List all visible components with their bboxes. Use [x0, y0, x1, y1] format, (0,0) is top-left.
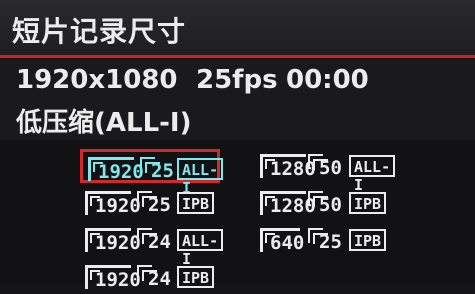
frame-rate-icon: 24	[137, 265, 171, 289]
title-bar: 短片记录尺寸	[0, 0, 475, 58]
frame-rate-icon: 25	[308, 228, 342, 252]
compression-badge: IPB	[177, 192, 215, 214]
resolution-frame-icon: 640	[260, 228, 304, 253]
resolution-frame-icon: 1920	[85, 228, 141, 253]
frame-rate-icon: 50	[308, 154, 342, 178]
option-1920-24-ipb[interactable]: 1920 24 IPB	[80, 260, 220, 294]
resolution-frame-icon: 1280	[260, 191, 316, 216]
option-1920-25-all-i[interactable]: 1920 25 ALL-I	[80, 149, 224, 197]
option-1920-24-all-i[interactable]: 1920 24 ALL-I	[80, 223, 224, 268]
status-panel: 1920x1080 25fps 00:00 低压缩(ALL-I)	[0, 60, 475, 140]
resolution-frame-icon: 1920	[85, 191, 141, 216]
page-title: 短片记录尺寸	[12, 15, 187, 48]
compression-readout: 低压缩(ALL-I)	[16, 108, 192, 138]
frame-rate-readout: 25fps	[196, 65, 278, 95]
frame-rate-icon: 50	[308, 191, 342, 215]
compression-badge: ALL-I	[177, 229, 224, 268]
recording-size-options: 1920 25 ALL-I 1280 50 ALL-I 1920 25 IPB …	[0, 140, 475, 290]
option-1920-25-ipb[interactable]: 1920 25 IPB	[80, 186, 220, 220]
frame-rate-icon: 25	[137, 191, 171, 215]
resolution-frame-icon: 1280	[260, 154, 316, 179]
recording-time-readout: 00:00	[286, 65, 369, 95]
resolution-frame-icon: 1920	[88, 157, 144, 182]
compression-badge: ALL-I	[349, 155, 396, 194]
compression-badge: ALL-I	[177, 158, 224, 197]
option-1280-50-all-i[interactable]: 1280 50 ALL-I	[255, 149, 396, 194]
compression-badge: IPB	[349, 229, 387, 251]
compression-badge: IPB	[177, 266, 215, 288]
compression-badge: IPB	[349, 192, 387, 214]
frame-rate-icon: 25	[140, 157, 174, 181]
option-1280-50-ipb[interactable]: 1280 50 IPB	[255, 186, 395, 220]
resolution-frame-icon: 1920	[85, 265, 141, 290]
option-640-25-ipb[interactable]: 640 25 IPB	[255, 223, 395, 257]
frame-rate-icon: 24	[137, 228, 171, 252]
resolution-readout: 1920x1080	[16, 65, 178, 95]
